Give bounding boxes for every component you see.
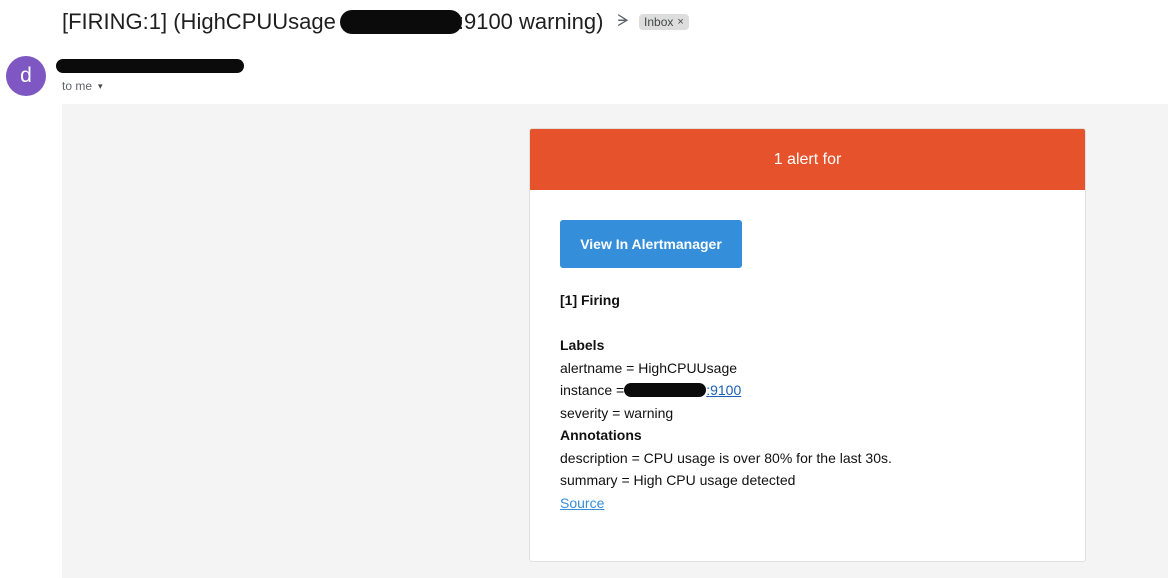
remove-label-icon[interactable]: × [677, 16, 683, 28]
email-body: 1 alert for View In Alertmanager [1] Fir… [62, 104, 1168, 578]
sender-avatar[interactable]: d [6, 56, 46, 96]
labels-heading: Labels [560, 337, 605, 353]
alert-card: 1 alert for View In Alertmanager [1] Fir… [529, 128, 1086, 562]
annotations-heading: Annotations [560, 427, 642, 443]
recipient-details[interactable]: to me ▾ [62, 79, 103, 93]
label-instance: instance = :9100 [560, 379, 1055, 402]
subject-prefix: [FIRING:1] (HighCPUUsage [62, 9, 336, 34]
source-link[interactable]: Source [560, 492, 604, 515]
redacted-sender-name [56, 59, 244, 73]
firing-title: [1] Firing [560, 292, 620, 308]
instance-prefix: instance = [560, 382, 625, 398]
alert-card-header: 1 alert for [530, 129, 1085, 190]
avatar-letter: d [20, 64, 32, 87]
annotation-description: description = CPU usage is over 80% for … [560, 449, 892, 466]
importance-marker-icon[interactable]: ᗒ [617, 13, 629, 31]
alert-details: Labels alertname = HighCPUUsage instance… [560, 334, 1055, 514]
chevron-down-icon[interactable]: ▾ [98, 81, 103, 92]
subject-suffix: :9100 warning) [457, 9, 604, 34]
instance-port: :9100 [706, 382, 742, 398]
inbox-label-text: Inbox [644, 15, 674, 29]
instance-link[interactable]: :9100 [624, 379, 741, 402]
email-subject-row: [FIRING:1] (HighCPUUsage :9100 warning) … [62, 6, 689, 38]
view-in-alertmanager-button[interactable]: View In Alertmanager [560, 220, 742, 268]
label-severity: severity = warning [560, 404, 674, 421]
source-line: Source [560, 492, 1055, 515]
annotation-summary: summary = High CPU usage detected [560, 472, 796, 488]
recipient-label: to me [62, 79, 93, 93]
inbox-label-chip[interactable]: Inbox × [639, 14, 689, 30]
redacted-host [339, 10, 462, 34]
alert-card-content: View In Alertmanager [1] Firing Labels a… [530, 190, 1085, 514]
email-subject: [FIRING:1] (HighCPUUsage :9100 warning) [62, 9, 603, 35]
label-alertname: alertname = HighCPUUsage [560, 359, 738, 376]
alert-header-title: 1 alert for [773, 150, 842, 168]
redacted-instance-host [624, 383, 707, 398]
